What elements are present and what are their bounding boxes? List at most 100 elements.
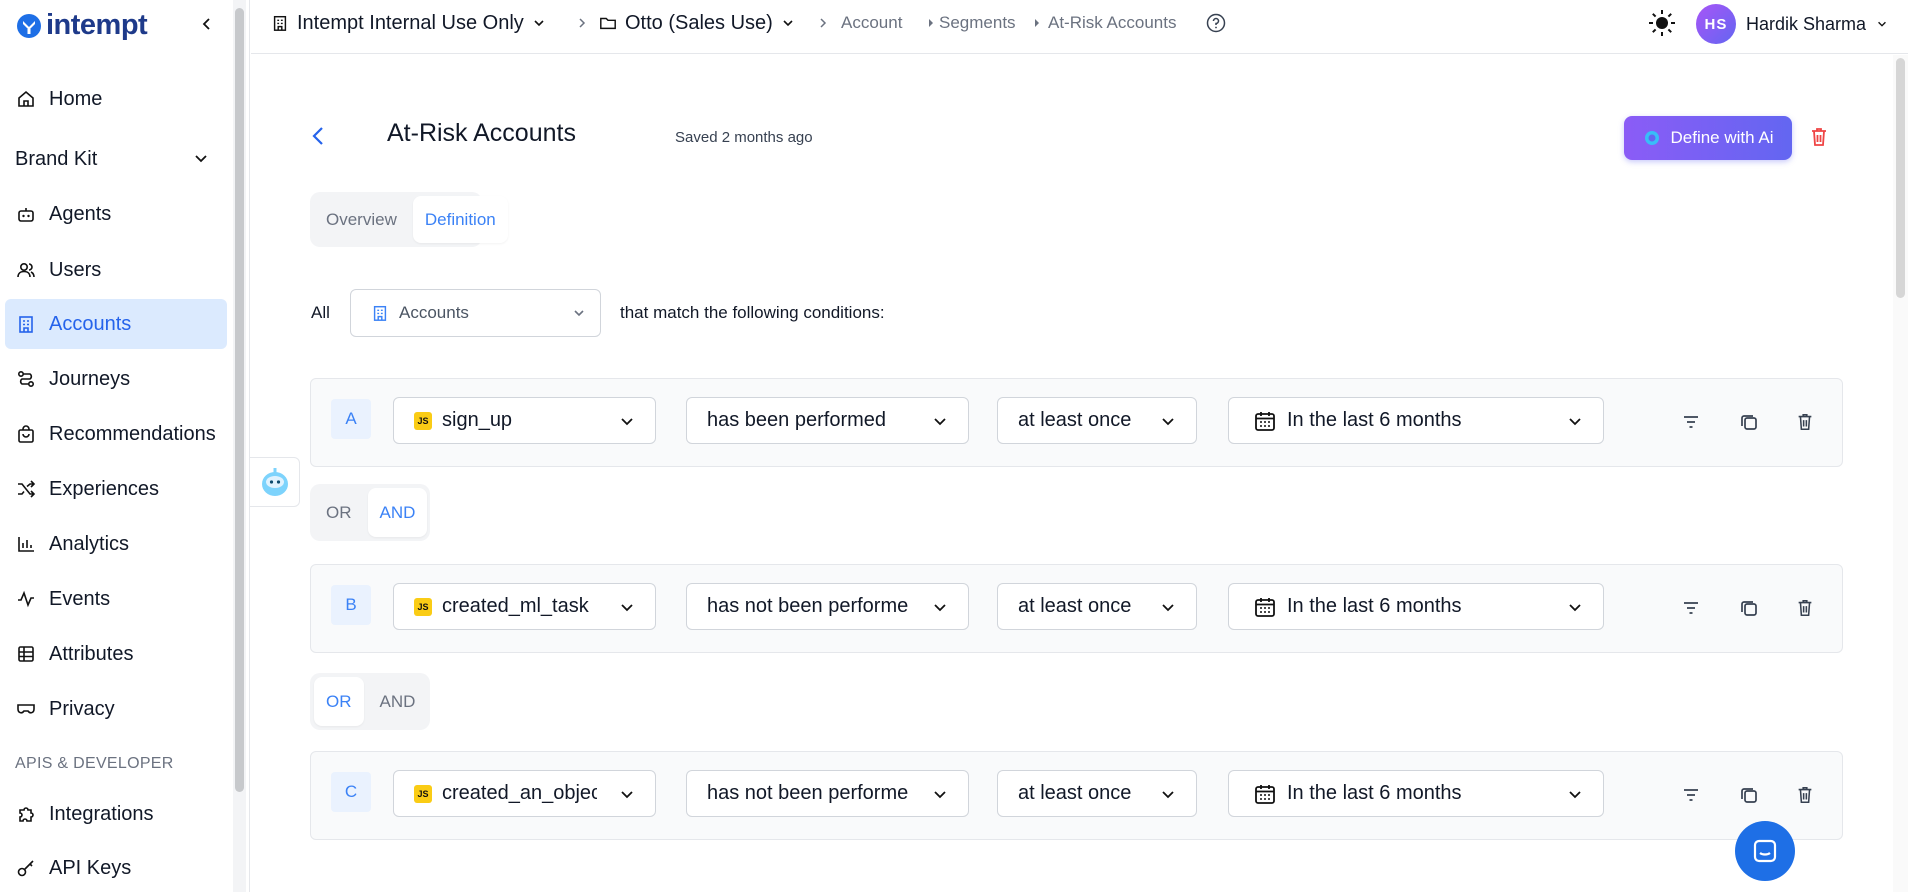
sidebar-item-events[interactable]: Events (5, 574, 227, 624)
and-option[interactable]: AND (367, 488, 428, 537)
chevron-right-icon (576, 0, 588, 46)
logic-connector: OR AND (310, 484, 430, 541)
copy-icon[interactable] (1736, 409, 1762, 435)
sidebar-item-recommendations[interactable]: Recommendations (5, 409, 227, 459)
page-scrollbar-thumb[interactable] (1896, 58, 1905, 298)
user-name: Hardik Sharma (1745, 13, 1866, 34)
sun-icon[interactable] (1647, 8, 1677, 38)
breadcrumb-segments[interactable]: Segments (939, 0, 1016, 46)
chevron-down-icon (1160, 786, 1176, 802)
sidebar-item-journeys[interactable]: Journeys (5, 354, 227, 404)
breadcrumb-account[interactable]: Account (841, 0, 902, 46)
chevron-down-icon (932, 786, 948, 802)
time-range-select[interactable]: In the last 6 months (1228, 583, 1604, 630)
event-select[interactable]: JS created_an_objec (393, 770, 656, 817)
chevron-down-icon (1567, 786, 1583, 802)
project-name: Otto (Sales Use) (625, 11, 773, 34)
trash-icon[interactable] (1792, 782, 1818, 808)
avatar: HS (1695, 4, 1736, 44)
brand-name: intempt (46, 9, 148, 41)
define-with-ai-button[interactable]: Define with Ai (1624, 116, 1792, 160)
intempt-logo-icon (16, 13, 42, 39)
sidebar-item-api-keys[interactable]: API Keys (5, 843, 227, 893)
chevron-down-icon[interactable] (193, 150, 209, 166)
entity-select[interactable]: Accounts (350, 289, 601, 337)
tab-definition[interactable]: Definition (412, 196, 508, 243)
sidebar-item-label: Agents (49, 202, 112, 225)
chevron-right-icon (817, 0, 829, 46)
chevron-down-icon (1567, 413, 1583, 429)
folder-icon (599, 14, 617, 32)
user-menu[interactable]: HS Hardik Sharma (1695, 4, 1888, 44)
event-select[interactable]: JS created_ml_task (393, 583, 656, 630)
sidebar-item-privacy[interactable]: Privacy (5, 684, 227, 734)
all-label: All (311, 303, 330, 322)
chevron-down-icon (932, 413, 948, 429)
assistant-launcher[interactable] (250, 457, 300, 507)
sidebar-item-brand-kit[interactable]: Brand Kit (15, 148, 97, 171)
operator-select[interactable]: has not been performe (686, 583, 969, 630)
or-option[interactable]: OR (314, 488, 364, 537)
trash-icon[interactable] (1792, 595, 1818, 621)
sidebar-item-experiences[interactable]: Experiences (5, 464, 227, 514)
event-select-value: sign_up (442, 409, 513, 431)
trash-icon[interactable] (1792, 409, 1818, 435)
key-icon (15, 857, 37, 879)
operator-select[interactable]: has not been performe (686, 770, 969, 817)
chat-support-button[interactable] (1735, 821, 1795, 881)
sidebar-item-label: Recommendations (49, 422, 216, 445)
sidebar-item-label: Attributes (49, 642, 134, 665)
back-arrow-icon[interactable] (309, 125, 327, 147)
filter-icon[interactable] (1678, 595, 1704, 621)
chat-icon (1751, 837, 1779, 865)
chevron-down-icon (619, 786, 635, 802)
and-option[interactable]: AND (368, 677, 428, 726)
sidebar-item-attributes[interactable]: Attributes (5, 629, 227, 679)
time-range-value: In the last 6 months (1287, 409, 1462, 431)
caret-right-icon (1033, 0, 1041, 46)
frequency-select[interactable]: at least once (997, 583, 1197, 630)
time-range-select[interactable]: In the last 6 months (1228, 770, 1604, 817)
chevron-down-icon (781, 16, 795, 30)
condition-row: A JS sign_up has been performed at least… (310, 378, 1843, 467)
operator-select[interactable]: has been performed (686, 397, 969, 444)
sidebar-item-integrations[interactable]: Integrations (5, 789, 227, 839)
project-switcher[interactable]: Otto (Sales Use) (599, 0, 795, 46)
frequency-select[interactable]: at least once (997, 770, 1197, 817)
filter-icon[interactable] (1678, 409, 1704, 435)
help-icon[interactable] (1206, 0, 1226, 46)
event-select[interactable]: JS sign_up (393, 397, 656, 444)
sidebar-section-apis: APIS & DEVELOPER (15, 755, 174, 772)
frequency-select[interactable]: at least once (997, 397, 1197, 444)
robot-icon (15, 203, 37, 225)
sidebar-item-label: Accounts (49, 312, 132, 335)
filter-icon[interactable] (1678, 782, 1704, 808)
time-range-select[interactable]: In the last 6 months (1228, 397, 1604, 444)
mask-icon (15, 698, 37, 720)
brand-logo[interactable]: intempt (16, 9, 148, 42)
condition-letter: B (331, 585, 371, 625)
sidebar-item-accounts[interactable]: Accounts (5, 299, 227, 349)
operator-select-value: has not been performe (707, 595, 909, 617)
match-text: that match the following conditions: (620, 303, 885, 322)
sidebar-scrollbar[interactable] (233, 0, 246, 892)
page-scrollbar[interactable] (1893, 55, 1908, 892)
org-switcher[interactable]: Intempt Internal Use Only (271, 0, 546, 46)
or-option[interactable]: OR (314, 677, 364, 726)
activity-icon (15, 588, 37, 610)
sidebar-item-home[interactable]: Home (5, 74, 227, 124)
view-tabs: Overview Definition (310, 192, 508, 247)
trash-icon[interactable] (1809, 126, 1829, 148)
copy-icon[interactable] (1736, 595, 1762, 621)
sidebar-item-analytics[interactable]: Analytics (5, 519, 227, 569)
chevron-down-icon (1160, 413, 1176, 429)
tab-overview[interactable]: Overview (314, 196, 409, 243)
sidebar-scrollbar-thumb[interactable] (235, 8, 244, 792)
sidebar-item-users[interactable]: Users (5, 245, 227, 295)
route-icon (15, 368, 37, 390)
copy-icon[interactable] (1736, 782, 1762, 808)
collapse-sidebar-button[interactable] (196, 13, 218, 35)
building-icon (15, 313, 37, 335)
sidebar-item-label: Experiences (49, 477, 160, 500)
sidebar-item-agents[interactable]: Agents (5, 189, 227, 239)
